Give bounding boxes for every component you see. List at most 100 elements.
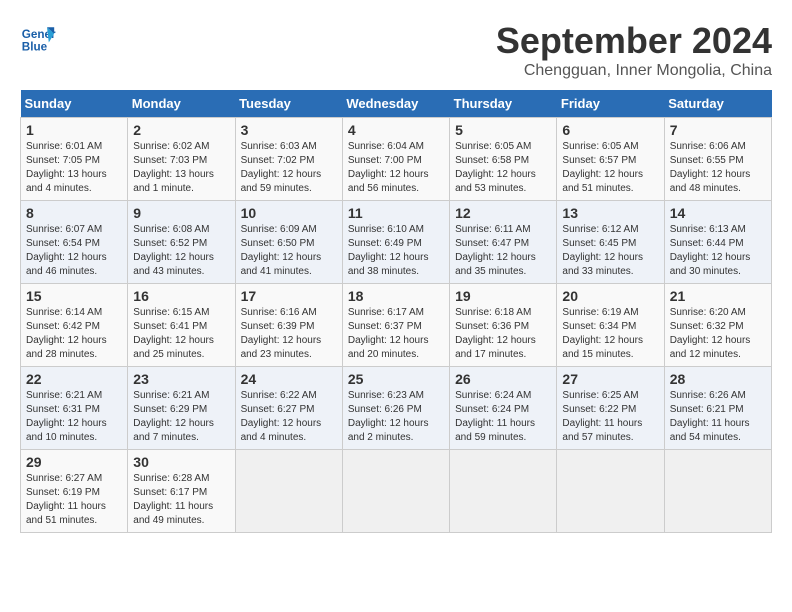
- day-info: Sunrise: 6:16 AM Sunset: 6:39 PM Dayligh…: [241, 306, 337, 362]
- day-info: Sunrise: 6:06 AM Sunset: 6:55 PM Dayligh…: [670, 140, 766, 196]
- day-number: 12: [455, 205, 551, 221]
- column-header-monday: Monday: [128, 90, 235, 118]
- day-info: Sunrise: 6:22 AM Sunset: 6:27 PM Dayligh…: [241, 389, 337, 445]
- day-number: 5: [455, 122, 551, 138]
- calendar-cell: 28Sunrise: 6:26 AM Sunset: 6:21 PM Dayli…: [664, 367, 771, 450]
- calendar-cell: 21 Sunrise: 6:20 AM Sunset: 6:32 PM Dayli…: [664, 284, 771, 367]
- day-info: Sunrise: 6:26 AM Sunset: 6:21 PM Dayligh…: [670, 389, 766, 445]
- day-info: Sunrise: 6:09 AM Sunset: 6:50 PM Dayligh…: [241, 223, 337, 279]
- calendar-cell: [342, 450, 449, 533]
- day-info: Sunrise: 6:04 AM Sunset: 7:00 PM Dayligh…: [348, 140, 444, 196]
- calendar-header-row: SundayMondayTuesdayWednesdayThursdayFrid…: [21, 90, 772, 118]
- calendar-cell: 7 Sunrise: 6:06 AM Sunset: 6:55 PM Daylig…: [664, 118, 771, 201]
- month-title: September 2024: [496, 20, 772, 62]
- calendar-cell: 12 Sunrise: 6:11 AM Sunset: 6:47 PM Dayli…: [450, 201, 557, 284]
- day-info: Sunrise: 6:12 AM Sunset: 6:45 PM Dayligh…: [562, 223, 658, 279]
- title-section: September 2024 Chengguan, Inner Mongolia…: [496, 20, 772, 80]
- calendar-cell: 18Sunrise: 6:17 AM Sunset: 6:37 PM Dayli…: [342, 284, 449, 367]
- column-header-sunday: Sunday: [21, 90, 128, 118]
- day-number: 21: [670, 288, 766, 304]
- day-number: 11: [348, 205, 444, 221]
- calendar-cell: 19Sunrise: 6:18 AM Sunset: 6:36 PM Dayli…: [450, 284, 557, 367]
- calendar-cell: 29 Sunrise: 6:27 AM Sunset: 6:19 PM Dayli…: [21, 450, 128, 533]
- calendar-table: SundayMondayTuesdayWednesdayThursdayFrid…: [20, 90, 772, 533]
- calendar-cell: 26 Sunrise: 6:24 AM Sunset: 6:24 PM Dayli…: [450, 367, 557, 450]
- day-info: Sunrise: 6:15 AM Sunset: 6:41 PM Dayligh…: [133, 306, 229, 362]
- column-header-saturday: Saturday: [664, 90, 771, 118]
- calendar-week-row: 15 Sunrise: 6:14 AM Sunset: 6:42 PM Dayli…: [21, 284, 772, 367]
- day-number: 4: [348, 122, 444, 138]
- day-number: 9: [133, 205, 229, 221]
- day-number: 17: [241, 288, 337, 304]
- calendar-cell: 11 Sunrise: 6:10 AM Sunset: 6:49 PM Dayli…: [342, 201, 449, 284]
- day-number: 30: [133, 454, 229, 470]
- calendar-cell: 9 Sunrise: 6:08 AM Sunset: 6:52 PM Daylig…: [128, 201, 235, 284]
- calendar-cell: [450, 450, 557, 533]
- calendar-cell: [235, 450, 342, 533]
- day-info: Sunrise: 6:17 AM Sunset: 6:37 PM Dayligh…: [348, 306, 444, 362]
- day-info: Sunrise: 6:10 AM Sunset: 6:49 PM Dayligh…: [348, 223, 444, 279]
- day-info: Sunrise: 6:01 AM Sunset: 7:05 PM Dayligh…: [26, 140, 122, 196]
- day-info: Sunrise: 6:11 AM Sunset: 6:47 PM Dayligh…: [455, 223, 551, 279]
- day-number: 25: [348, 371, 444, 387]
- calendar-cell: 27Sunrise: 6:25 AM Sunset: 6:22 PM Dayli…: [557, 367, 664, 450]
- day-info: Sunrise: 6:03 AM Sunset: 7:02 PM Dayligh…: [241, 140, 337, 196]
- calendar-cell: 30 Sunrise: 6:28 AM Sunset: 6:17 PM Dayli…: [128, 450, 235, 533]
- day-number: 23: [133, 371, 229, 387]
- day-number: 24: [241, 371, 337, 387]
- column-header-tuesday: Tuesday: [235, 90, 342, 118]
- day-info: Sunrise: 6:24 AM Sunset: 6:24 PM Dayligh…: [455, 389, 551, 445]
- calendar-week-row: 22 Sunrise: 6:21 AM Sunset: 6:31 PM Dayli…: [21, 367, 772, 450]
- calendar-cell: 20 Sunrise: 6:19 AM Sunset: 6:34 PM Dayli…: [557, 284, 664, 367]
- day-info: Sunrise: 6:28 AM Sunset: 6:17 PM Dayligh…: [133, 472, 229, 528]
- day-info: Sunrise: 6:14 AM Sunset: 6:42 PM Dayligh…: [26, 306, 122, 362]
- calendar-cell: 2 Sunrise: 6:02 AM Sunset: 7:03 PM Daylig…: [128, 118, 235, 201]
- day-number: 20: [562, 288, 658, 304]
- calendar-cell: 8Sunrise: 6:07 AM Sunset: 6:54 PM Daylig…: [21, 201, 128, 284]
- calendar-cell: [557, 450, 664, 533]
- page-header: General Blue September 2024 Chengguan, I…: [20, 20, 772, 80]
- calendar-cell: 4 Sunrise: 6:04 AM Sunset: 7:00 PM Daylig…: [342, 118, 449, 201]
- day-number: 7: [670, 122, 766, 138]
- calendar-week-row: 8Sunrise: 6:07 AM Sunset: 6:54 PM Daylig…: [21, 201, 772, 284]
- calendar-cell: 14 Sunrise: 6:13 AM Sunset: 6:44 PM Dayli…: [664, 201, 771, 284]
- day-info: Sunrise: 6:27 AM Sunset: 6:19 PM Dayligh…: [26, 472, 122, 528]
- day-number: 10: [241, 205, 337, 221]
- calendar-cell: 3 Sunrise: 6:03 AM Sunset: 7:02 PM Daylig…: [235, 118, 342, 201]
- day-number: 3: [241, 122, 337, 138]
- column-header-wednesday: Wednesday: [342, 90, 449, 118]
- column-header-thursday: Thursday: [450, 90, 557, 118]
- day-info: Sunrise: 6:23 AM Sunset: 6:26 PM Dayligh…: [348, 389, 444, 445]
- day-info: Sunrise: 6:08 AM Sunset: 6:52 PM Dayligh…: [133, 223, 229, 279]
- day-number: 16: [133, 288, 229, 304]
- day-info: Sunrise: 6:20 AM Sunset: 6:32 PM Dayligh…: [670, 306, 766, 362]
- calendar-cell: 17 Sunrise: 6:16 AM Sunset: 6:39 PM Dayli…: [235, 284, 342, 367]
- day-number: 22: [26, 371, 122, 387]
- day-info: Sunrise: 6:05 AM Sunset: 6:57 PM Dayligh…: [562, 140, 658, 196]
- day-info: Sunrise: 6:18 AM Sunset: 6:36 PM Dayligh…: [455, 306, 551, 362]
- day-number: 14: [670, 205, 766, 221]
- calendar-cell: 10 Sunrise: 6:09 AM Sunset: 6:50 PM Dayli…: [235, 201, 342, 284]
- day-number: 27: [562, 371, 658, 387]
- day-number: 6: [562, 122, 658, 138]
- calendar-cell: 13Sunrise: 6:12 AM Sunset: 6:45 PM Dayli…: [557, 201, 664, 284]
- calendar-cell: 1 Sunrise: 6:01 AM Sunset: 7:05 PM Daylig…: [21, 118, 128, 201]
- day-number: 26: [455, 371, 551, 387]
- day-number: 29: [26, 454, 122, 470]
- day-number: 15: [26, 288, 122, 304]
- logo: General Blue: [20, 20, 56, 56]
- day-info: Sunrise: 6:02 AM Sunset: 7:03 PM Dayligh…: [133, 140, 229, 196]
- day-info: Sunrise: 6:21 AM Sunset: 6:29 PM Dayligh…: [133, 389, 229, 445]
- calendar-cell: 23 Sunrise: 6:21 AM Sunset: 6:29 PM Dayli…: [128, 367, 235, 450]
- calendar-cell: 24 Sunrise: 6:22 AM Sunset: 6:27 PM Dayli…: [235, 367, 342, 450]
- day-info: Sunrise: 6:21 AM Sunset: 6:31 PM Dayligh…: [26, 389, 122, 445]
- column-header-friday: Friday: [557, 90, 664, 118]
- calendar-cell: 16 Sunrise: 6:15 AM Sunset: 6:41 PM Dayli…: [128, 284, 235, 367]
- day-info: Sunrise: 6:13 AM Sunset: 6:44 PM Dayligh…: [670, 223, 766, 279]
- day-info: Sunrise: 6:19 AM Sunset: 6:34 PM Dayligh…: [562, 306, 658, 362]
- day-number: 2: [133, 122, 229, 138]
- day-number: 1: [26, 122, 122, 138]
- location-title: Chengguan, Inner Mongolia, China: [496, 62, 772, 80]
- calendar-cell: [664, 450, 771, 533]
- calendar-cell: 25 Sunrise: 6:23 AM Sunset: 6:26 PM Dayli…: [342, 367, 449, 450]
